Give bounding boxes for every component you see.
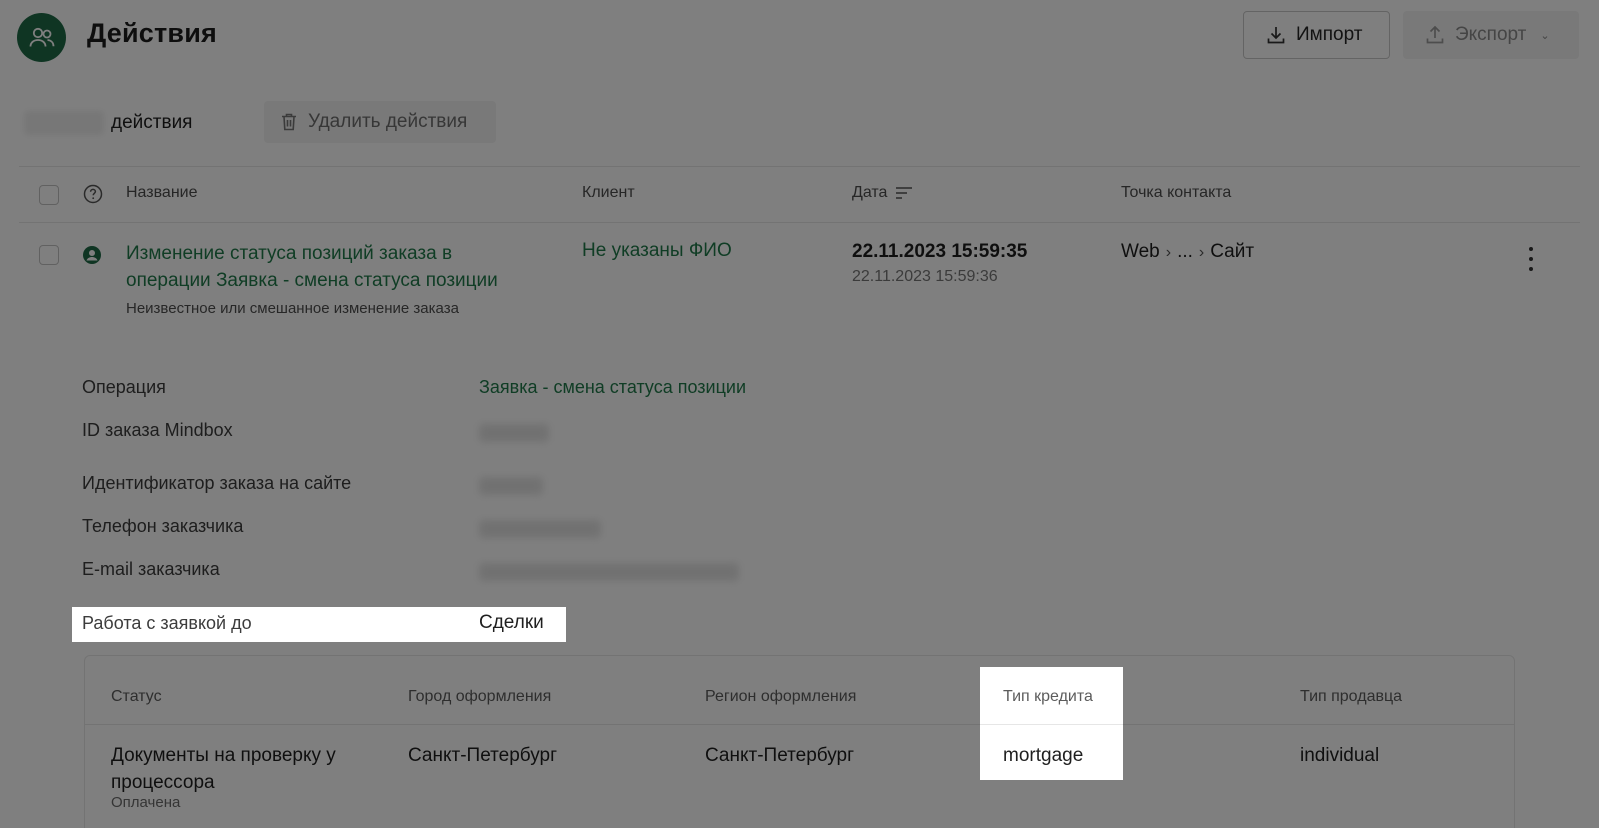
export-label: Экспорт	[1455, 24, 1527, 45]
more-options-icon[interactable]	[1527, 247, 1535, 271]
divider	[980, 724, 1123, 725]
contact-end: Сайт	[1210, 241, 1255, 262]
upload-icon	[1426, 25, 1444, 44]
chevron-right-icon: ›	[1198, 244, 1205, 261]
customer-email-label: E-mail заказчика	[82, 559, 220, 579]
status-cell: Документы на проверку у процессора	[111, 742, 381, 796]
users-icon	[29, 27, 54, 47]
action-title-line2: операции Заявка - смена статуса позиции	[126, 270, 498, 291]
row-checkbox[interactable]	[39, 245, 59, 265]
status-line2: процессора	[111, 772, 215, 793]
sort-icon[interactable]	[895, 186, 913, 200]
city-cell: Санкт-Петербург	[408, 745, 558, 766]
contact-point-breadcrumb: Web ›... › Сайт	[1121, 241, 1254, 263]
credit-type-cell: mortgage	[1003, 745, 1084, 766]
column-header-client: Клиент	[582, 184, 635, 201]
divider	[19, 222, 1580, 223]
site-order-id-value-blurred	[479, 477, 543, 495]
status-line1: Документы на проверку у	[111, 745, 336, 766]
operation-label: Операция	[82, 377, 166, 397]
export-button[interactable]: Экспорт ⌄	[1403, 11, 1579, 59]
contact-mid[interactable]: ...	[1177, 241, 1193, 262]
work-until-value: Сделки	[479, 612, 544, 633]
customer-phone-label: Телефон заказчика	[82, 516, 244, 536]
app-logo	[17, 13, 66, 62]
chevron-down-icon: ⌄	[1540, 29, 1550, 42]
column-header-status: Статус	[111, 688, 162, 705]
mindbox-id-label: ID заказа Mindbox	[82, 420, 233, 440]
download-icon	[1267, 27, 1285, 44]
customer-email-value-blurred	[479, 563, 739, 581]
operation-link[interactable]: Заявка - смена статуса позиции	[479, 377, 746, 398]
action-title-line1: Изменение статуса позиций заказа в	[126, 243, 453, 264]
user-status-icon	[82, 245, 102, 270]
divider	[19, 166, 1580, 167]
chevron-right-icon: ›	[1165, 244, 1172, 261]
page-title: Действия	[87, 18, 217, 48]
import-button[interactable]: Импорт	[1243, 11, 1390, 59]
column-header-region: Регион оформления	[705, 688, 857, 705]
divider	[85, 724, 1514, 725]
column-header-seller-type: Тип продавца	[1300, 688, 1403, 705]
status-sub: Оплачена	[111, 794, 181, 811]
column-header-credit-type: Тип кредита	[1003, 688, 1093, 705]
seller-type-cell: individual	[1300, 745, 1380, 766]
help-icon[interactable]	[83, 184, 103, 209]
import-label: Импорт	[1296, 24, 1363, 45]
work-until-label: Работа с заявкой до	[82, 613, 252, 633]
select-all-checkbox[interactable]	[39, 185, 59, 205]
column-header-city: Город оформления	[408, 688, 552, 705]
action-subtitle: Неизвестное или смешанное изменение зака…	[126, 300, 459, 317]
selected-count-blurred	[24, 111, 104, 135]
site-order-id-label: Идентификатор заказа на сайте	[82, 473, 352, 493]
customer-phone-value-blurred	[479, 520, 601, 538]
mindbox-id-value-blurred	[479, 424, 549, 442]
region-cell: Санкт-Петербург	[705, 745, 855, 766]
column-header-name: Название	[126, 184, 198, 201]
action-title-link[interactable]: Изменение статуса позиций заказа в опера…	[126, 240, 556, 294]
column-header-date-label: Дата	[852, 184, 888, 201]
column-header-date[interactable]: Дата	[852, 184, 913, 202]
delete-actions-button[interactable]: Удалить действия	[264, 101, 496, 143]
action-date-secondary: 22.11.2023 15:59:36	[852, 268, 998, 285]
selected-label: действия	[111, 112, 193, 133]
trash-icon	[282, 113, 296, 131]
contact-start: Web	[1121, 241, 1160, 262]
column-header-contact: Точка контакта	[1121, 184, 1232, 201]
action-date: 22.11.2023 15:59:35	[852, 241, 1028, 262]
client-link[interactable]: Не указаны ФИО	[582, 240, 732, 262]
delete-actions-label: Удалить действия	[308, 111, 468, 132]
